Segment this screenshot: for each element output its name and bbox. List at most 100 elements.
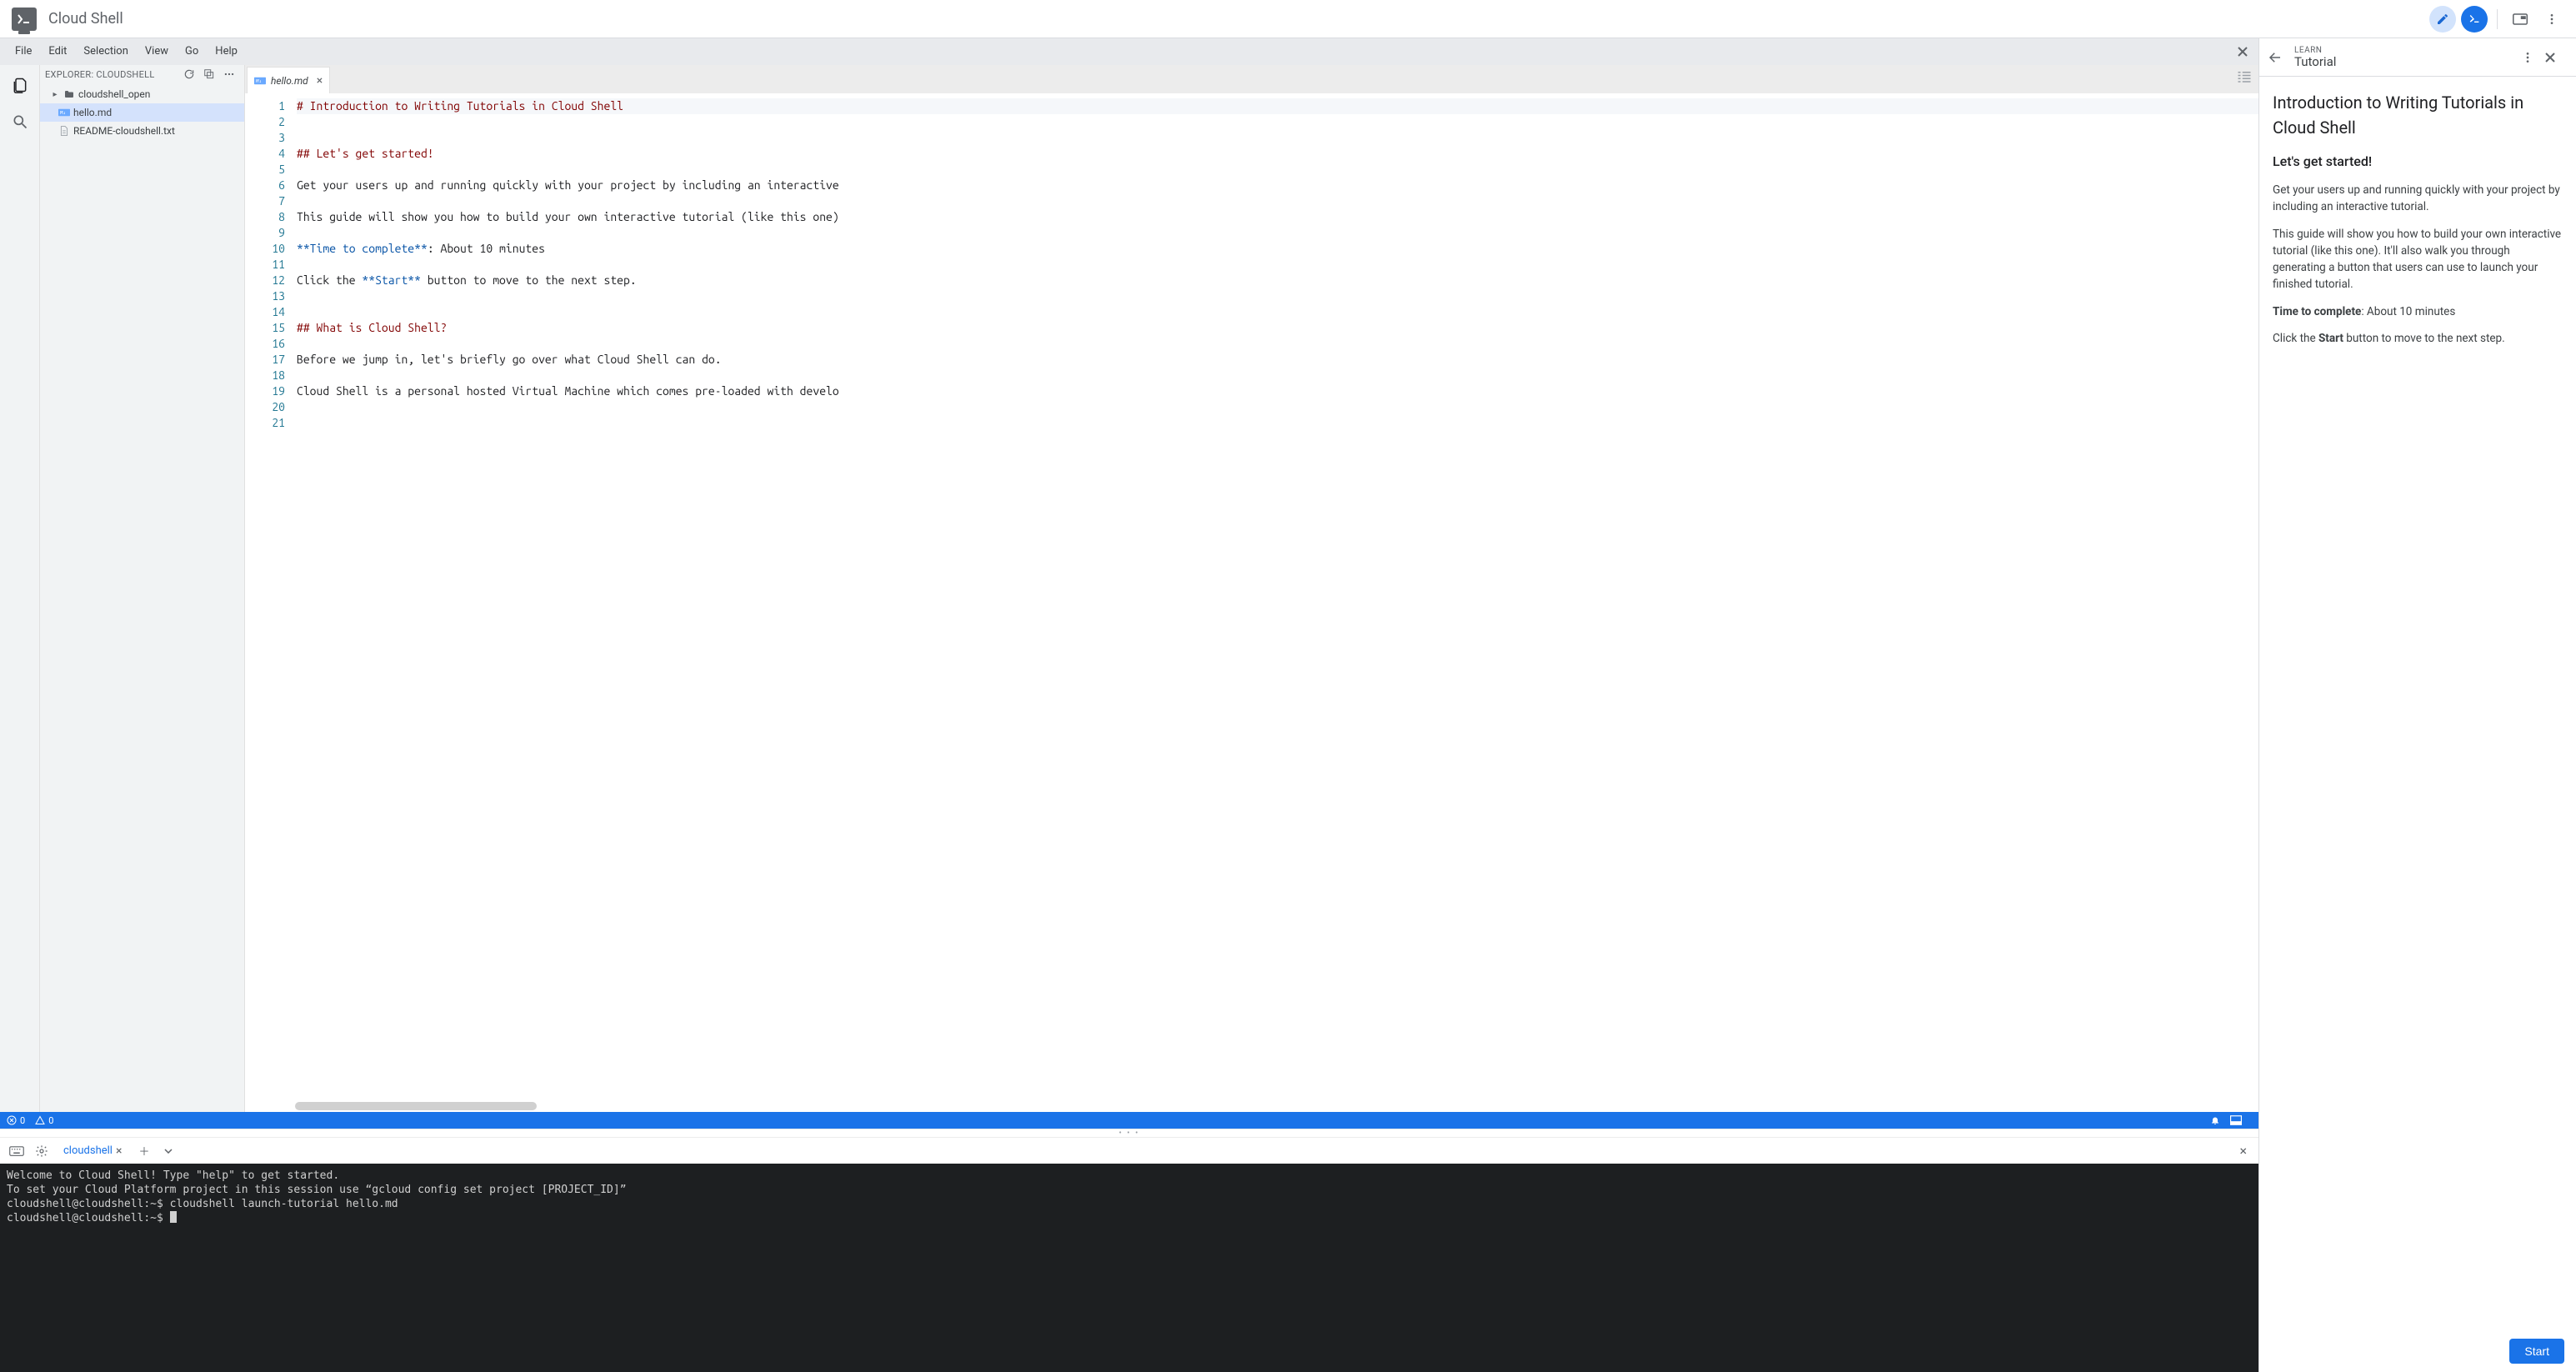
tutorial-paragraph: This guide will show you how to build yo… bbox=[2273, 226, 2563, 293]
toggle-panel-button[interactable] bbox=[2230, 1115, 2242, 1125]
panel-icon bbox=[2230, 1115, 2242, 1125]
terminal-tabbar: cloudshell × ＋ × bbox=[0, 1137, 2258, 1164]
editor-tabbar: M↓ hello.md × bbox=[245, 65, 2258, 93]
gear-icon bbox=[35, 1144, 48, 1158]
app-title: Cloud Shell bbox=[48, 10, 123, 28]
error-count: 0 bbox=[20, 1115, 25, 1126]
outline-icon bbox=[2237, 70, 2252, 83]
horizontal-scrollbar[interactable] bbox=[295, 1102, 537, 1110]
editor-tab[interactable]: M↓ hello.md × bbox=[247, 67, 330, 93]
pencil-icon bbox=[2436, 13, 2449, 26]
close-editor-button[interactable] bbox=[2233, 43, 2252, 61]
warning-icon bbox=[35, 1115, 45, 1125]
collapse-all-button[interactable] bbox=[199, 68, 219, 80]
tutorial-label: Tutorial bbox=[2294, 55, 2521, 69]
file-name: cloudshell_open bbox=[78, 88, 150, 100]
menu-file[interactable]: File bbox=[7, 38, 40, 65]
file-name: hello.md bbox=[73, 107, 112, 118]
svg-text:M↓: M↓ bbox=[60, 111, 66, 116]
code-editor: M↓ hello.md × 12345678910111213141516171… bbox=[245, 65, 2258, 1112]
close-terminal-panel-button[interactable]: × bbox=[2234, 1143, 2252, 1159]
chevron-right-icon: ▸ bbox=[50, 90, 60, 99]
menu-edit[interactable]: Edit bbox=[40, 38, 75, 65]
more-vert-icon bbox=[2521, 51, 2534, 64]
tutorial-panel: LEARN Tutorial Introduction to Writing T… bbox=[2259, 38, 2576, 1372]
menu-go[interactable]: Go bbox=[177, 38, 207, 65]
arrow-left-icon bbox=[2268, 50, 2283, 65]
code-text-area[interactable]: # Introduction to Writing Tutorials in C… bbox=[293, 93, 2258, 1112]
terminal-settings-button[interactable] bbox=[32, 1141, 52, 1161]
markdown-file-icon: M↓ bbox=[254, 77, 266, 85]
new-terminal-tab-button[interactable]: ＋ bbox=[133, 1143, 154, 1159]
terminal-tab[interactable]: cloudshell × bbox=[57, 1141, 128, 1161]
terminal-tab-label: cloudshell bbox=[63, 1144, 113, 1157]
tutorial-footer: Start bbox=[2259, 1330, 2576, 1372]
search-view-button[interactable] bbox=[7, 108, 33, 135]
app-topbar: Cloud Shell bbox=[0, 0, 2576, 38]
menu-selection[interactable]: Selection bbox=[75, 38, 136, 65]
more-vert-icon bbox=[2545, 13, 2558, 26]
file-node[interactable]: M↓ hello.md bbox=[40, 103, 244, 122]
markdown-file-icon: M↓ bbox=[58, 108, 70, 117]
terminal-glyph-icon bbox=[18, 14, 31, 24]
errors-indicator[interactable]: 0 bbox=[7, 1115, 25, 1126]
tutorial-cta-text: Click the Start button to move to the ne… bbox=[2273, 330, 2563, 347]
error-icon bbox=[7, 1115, 17, 1125]
open-editor-button[interactable] bbox=[2429, 6, 2456, 33]
file-node[interactable]: README-cloudshell.txt bbox=[40, 122, 244, 140]
explorer-view-button[interactable] bbox=[7, 72, 33, 98]
files-icon bbox=[12, 77, 28, 93]
close-tab-button[interactable]: × bbox=[317, 74, 323, 88]
bell-icon bbox=[2210, 1115, 2220, 1125]
refresh-explorer-button[interactable] bbox=[179, 68, 199, 80]
tutorial-close-button[interactable] bbox=[2544, 52, 2568, 63]
folder-node[interactable]: ▸ cloudshell_open bbox=[40, 85, 244, 103]
explorer-more-button[interactable] bbox=[219, 68, 239, 80]
menu-help[interactable]: Help bbox=[207, 38, 246, 65]
close-terminal-tab-button[interactable]: × bbox=[116, 1144, 122, 1158]
line-number-gutter: 123456789101112131415161718192021 bbox=[245, 93, 293, 1112]
tutorial-content: Introduction to Writing Tutorials in Clo… bbox=[2259, 77, 2576, 1330]
tutorial-more-button[interactable] bbox=[2521, 51, 2544, 64]
explorer-header: EXPLORER: CLOUDSHELL bbox=[40, 65, 244, 83]
file-tree: ▸ cloudshell_open M↓ hello.md bbox=[40, 83, 244, 142]
warning-count: 0 bbox=[48, 1115, 53, 1126]
folder-icon bbox=[63, 90, 75, 98]
tutorial-title: Introduction to Writing Tutorials in Clo… bbox=[2273, 90, 2563, 140]
tutorial-time: Time to complete: About 10 minutes bbox=[2273, 303, 2563, 320]
terminal-icon bbox=[2468, 13, 2481, 26]
tutorial-header: LEARN Tutorial bbox=[2259, 38, 2576, 77]
open-terminal-button[interactable] bbox=[2461, 6, 2488, 33]
explorer-title: EXPLORER: CLOUDSHELL bbox=[45, 69, 179, 80]
tutorial-paragraph: Get your users up and running quickly wi… bbox=[2273, 182, 2563, 216]
file-name: README-cloudshell.txt bbox=[73, 125, 175, 137]
explorer-panel: EXPLORER: CLOUDSHELL ▸ bbox=[40, 65, 245, 1112]
collapse-icon bbox=[203, 68, 215, 80]
resize-grip[interactable]: • • • bbox=[0, 1129, 2258, 1137]
search-icon bbox=[12, 113, 28, 130]
notifications-button[interactable] bbox=[2210, 1115, 2220, 1125]
start-button[interactable]: Start bbox=[2509, 1339, 2564, 1364]
more-options-button[interactable] bbox=[2538, 6, 2565, 33]
editor-menubar: File Edit Selection View Go Help bbox=[0, 38, 2258, 65]
outline-button[interactable] bbox=[2237, 70, 2252, 83]
chevron-down-icon bbox=[164, 1149, 173, 1154]
terminal-tab-dropdown[interactable] bbox=[159, 1149, 178, 1154]
keyboard-icon bbox=[9, 1146, 24, 1156]
open-window-icon bbox=[2513, 13, 2528, 25]
refresh-icon bbox=[183, 68, 195, 80]
activity-bar bbox=[0, 65, 40, 1112]
editor-statusbar: 0 0 bbox=[0, 1112, 2258, 1129]
menu-view[interactable]: View bbox=[137, 38, 177, 65]
warnings-indicator[interactable]: 0 bbox=[35, 1115, 53, 1126]
tutorial-back-button[interactable] bbox=[2268, 50, 2294, 65]
cloud-shell-logo bbox=[12, 8, 37, 31]
terminal-body[interactable]: Welcome to Cloud Shell! Type "help" to g… bbox=[0, 1164, 2258, 1372]
keyboard-button[interactable] bbox=[7, 1141, 27, 1161]
open-in-new-window-button[interactable] bbox=[2507, 6, 2533, 33]
tutorial-subtitle: Let's get started! bbox=[2273, 152, 2563, 172]
text-file-icon bbox=[58, 126, 70, 136]
close-icon bbox=[2237, 46, 2248, 58]
tab-label: hello.md bbox=[271, 75, 308, 87]
svg-text:M↓: M↓ bbox=[255, 79, 262, 84]
